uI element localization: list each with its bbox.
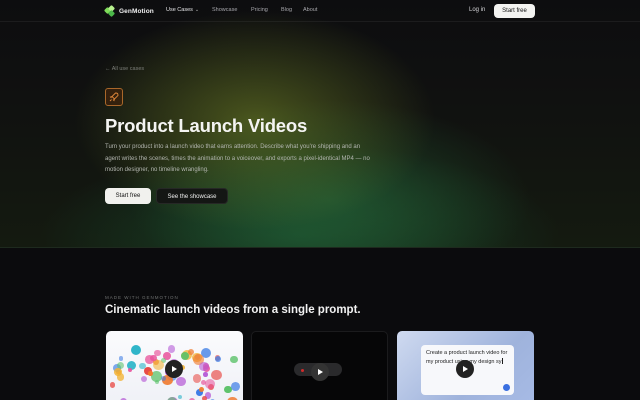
decorative-dot	[110, 382, 116, 388]
page-title: Product Launch Videos	[105, 115, 308, 136]
decorative-dot	[176, 376, 186, 386]
decorative-dot	[226, 396, 238, 400]
decorative-dot	[231, 381, 241, 391]
decorative-dot	[167, 345, 176, 353]
decorative-dot	[214, 355, 222, 363]
hero-section: GenMotion Use Cases ⌄ Showcase Pricing Bl…	[0, 0, 640, 248]
rocket-icon	[109, 92, 119, 102]
video-card-dark[interactable]	[251, 331, 388, 400]
play-icon	[172, 366, 178, 372]
decorative-dot	[148, 370, 154, 376]
decorative-dot	[153, 359, 164, 371]
decorative-dot	[201, 396, 207, 400]
decorative-dot	[230, 356, 238, 364]
nav-about[interactable]: About	[303, 7, 317, 13]
decorative-dot	[140, 376, 147, 383]
top-nav: GenMotion Use Cases ⌄ Showcase Pricing Bl…	[0, 0, 640, 22]
play-button[interactable]	[311, 363, 329, 381]
rocket-badge	[105, 88, 123, 106]
decorative-dot	[204, 379, 215, 390]
text-caret	[501, 357, 503, 364]
nav-use-cases-label: Use Cases	[166, 7, 193, 13]
decorative-dot	[155, 380, 160, 385]
play-icon	[463, 366, 469, 372]
decorative-dot	[131, 345, 142, 356]
nav-blog[interactable]: Blog	[281, 7, 292, 13]
video-card-colorful-dots[interactable]	[106, 331, 243, 400]
decorative-dot	[211, 369, 222, 381]
see-showcase-button[interactable]: See the showcase	[156, 188, 228, 204]
brand-logo[interactable]: GenMotion	[103, 4, 154, 18]
nav-start-free-button[interactable]: Start free	[494, 4, 535, 18]
play-button[interactable]	[456, 360, 474, 378]
decorative-dot	[187, 348, 194, 355]
section-title: Cinematic launch videos from a single pr…	[105, 304, 361, 316]
decorative-dot	[177, 394, 182, 399]
decorative-dot	[127, 367, 133, 373]
login-link[interactable]: Log in	[469, 7, 485, 13]
play-button[interactable]	[165, 360, 183, 378]
genmotion-logo-icon	[103, 4, 116, 18]
record-dot	[301, 369, 304, 372]
brand-name: GenMotion	[119, 7, 154, 15]
chevron-down-icon: ⌄	[194, 7, 200, 13]
nav-showcase[interactable]: Showcase	[212, 7, 237, 13]
decorative-dot	[118, 356, 124, 361]
nav-pricing[interactable]: Pricing	[251, 7, 268, 13]
decorative-dot	[116, 372, 125, 381]
send-icon	[503, 384, 510, 391]
section-eyebrow: MADE WITH GENMOTION	[105, 295, 179, 300]
decorative-dot	[203, 372, 208, 377]
video-card-prompt[interactable]: Create a product launch video for my pro…	[397, 331, 534, 400]
decorative-dot	[199, 386, 205, 392]
back-to-use-cases-link[interactable]: ← All use cases	[105, 66, 144, 72]
nav-use-cases[interactable]: Use Cases ⌄	[166, 7, 199, 13]
decorative-dot	[199, 361, 209, 372]
decorative-dot	[193, 374, 202, 383]
play-icon	[318, 369, 324, 375]
hero-description: Turn your product into a launch video th…	[105, 144, 370, 173]
start-free-button[interactable]: Start free	[105, 188, 151, 204]
